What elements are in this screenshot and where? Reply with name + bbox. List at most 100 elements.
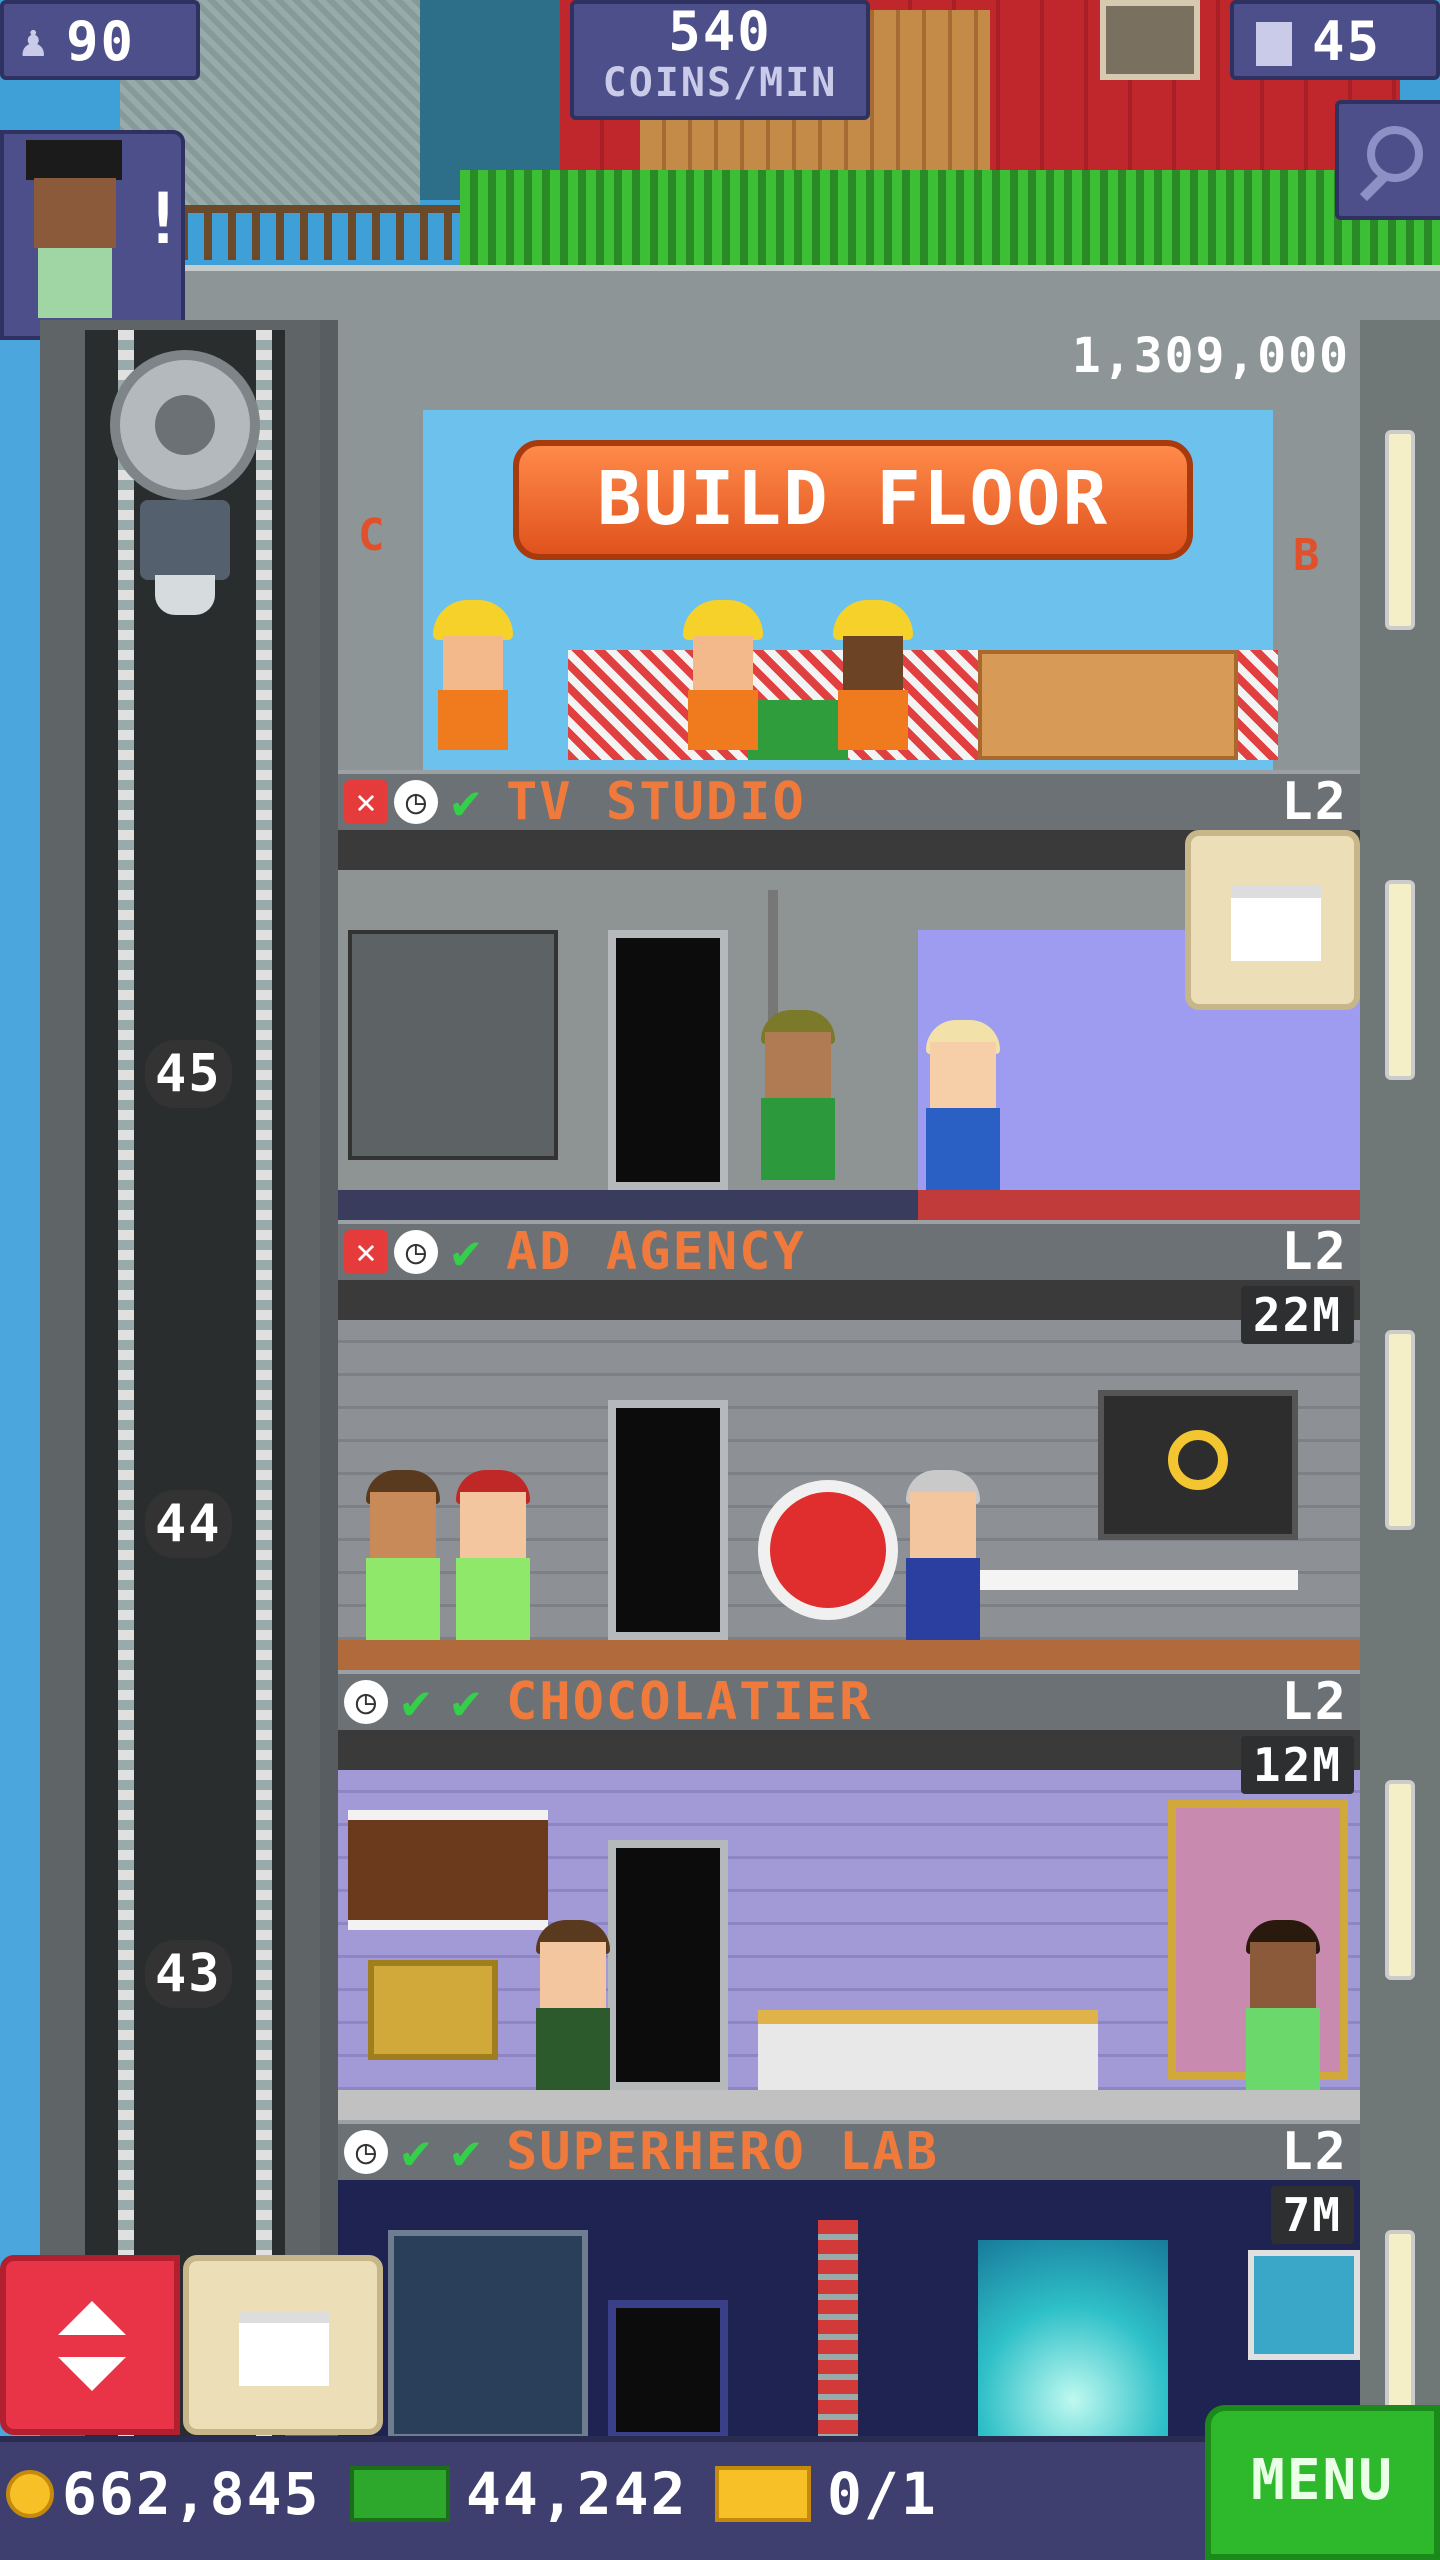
doorway [608, 930, 728, 1190]
window-light [1385, 2230, 1415, 2430]
side-letter-right: B [1293, 530, 1322, 581]
clock-icon: ◷ [394, 780, 438, 824]
zoom-button[interactable] [1335, 100, 1440, 220]
doorway [608, 2300, 728, 2440]
clock-icon: ◷ [394, 1230, 438, 1274]
check-icon: ✔ [401, 2124, 431, 2180]
doorway [608, 1400, 728, 1640]
floor-ad-agency[interactable]: ✕ ◷ ✔ AD AGENCY L2 22M [338, 1220, 1360, 1670]
world-map [1248, 2250, 1360, 2360]
crate-stack [978, 650, 1238, 760]
elevator-rope-right [256, 330, 272, 2460]
floor-level: L2 [1281, 1222, 1348, 1282]
crate-icon [239, 2311, 329, 2386]
person-icon: ♟ [20, 16, 47, 67]
floor-superhero-lab[interactable]: ◷ ✔ ✔ SUPERHERO LAB L2 7M [338, 2120, 1360, 2440]
crate-icon [1231, 886, 1321, 961]
construction-worker [678, 600, 768, 750]
floor-level: L2 [1281, 2122, 1348, 2182]
tickets-display[interactable]: 0/1 [715, 2460, 938, 2528]
magnifier-icon [1367, 126, 1423, 182]
doorway [608, 1840, 728, 2090]
menu-button[interactable]: MENU [1205, 2405, 1440, 2560]
floor-room: 7M [338, 2180, 1360, 2440]
ticket-icon [715, 2466, 811, 2522]
stock-all-button[interactable] [183, 2255, 383, 2435]
elevator-floor-label: 44 [145, 1490, 232, 1558]
window-light [1385, 430, 1415, 630]
side-letter-left: C [358, 510, 387, 561]
visitor-body [38, 248, 112, 318]
clock-icon: ◷ [344, 1680, 388, 1724]
tickets-value: 0/1 [827, 2460, 938, 2528]
floor-name: CHOCOLATIER [506, 1672, 873, 1732]
elevator-button[interactable] [0, 2255, 180, 2435]
construction-worker [828, 600, 918, 750]
tower-resident [358, 1470, 448, 1640]
building-icon [1256, 22, 1292, 66]
floor-value: 22M [1240, 1286, 1354, 1344]
floor-count-value: 45 [1312, 10, 1382, 73]
restock-button[interactable] [1185, 830, 1360, 1010]
floor-value: 12M [1240, 1736, 1354, 1794]
floor-name: TV STUDIO [506, 772, 806, 832]
tower-right-wall [1360, 320, 1440, 2460]
elevator-track [85, 330, 285, 2460]
floor-header: ✕ ◷ ✔ TV STUDIO L2 [338, 770, 1360, 832]
barn-window-scenery [1100, 0, 1200, 80]
build-floor-slot[interactable]: 1,309,000 BUILD FLOOR C B [338, 320, 1360, 770]
build-floor-button[interactable]: BUILD FLOOR [513, 440, 1193, 560]
tower-resident [753, 1010, 843, 1180]
check-icon: ✔ [451, 774, 481, 830]
fence-scenery [180, 205, 480, 260]
tower-resident [1238, 1920, 1328, 2090]
population-counter[interactable]: ♟ 90 [0, 0, 200, 80]
build-floor-cost: 1,309,000 [1071, 328, 1350, 384]
tower-frame [320, 320, 340, 2460]
population-value: 90 [66, 10, 136, 73]
floor-level: L2 [1281, 1672, 1348, 1732]
counter [758, 2010, 1098, 2090]
exclamation-icon: ! [142, 178, 187, 260]
window-light [1385, 880, 1415, 1080]
elevator-floor-label: 43 [145, 1940, 232, 2008]
floor-counter[interactable]: 45 [1230, 0, 1440, 80]
visitor-button[interactable]: ! [0, 130, 185, 340]
floor-header: ◷ ✔ ✔ CHOCOLATIER L2 [338, 1670, 1360, 1732]
floor-header: ✕ ◷ ✔ AD AGENCY L2 [338, 1220, 1360, 1282]
elevator-floor-label: 45 [145, 1040, 232, 1108]
floor-room: 22M [338, 1280, 1360, 1670]
tower-resident [918, 1020, 1008, 1190]
tower-roof [0, 265, 1440, 325]
chocolate-pot [368, 1960, 498, 2060]
check-icon: ✔ [401, 1674, 431, 1730]
coins-per-min-label: COINS/MIN [602, 60, 838, 106]
clock-icon: ◷ [344, 2130, 388, 2174]
construction-worker [428, 600, 518, 750]
coins-per-min-panel: 540 COINS/MIN [570, 0, 870, 120]
ring-icon [1168, 1430, 1228, 1490]
visitor-hat [26, 140, 122, 180]
coins-value: 662,845 [62, 2460, 321, 2528]
tower-resident [528, 1920, 618, 2090]
coins-display: 662,845 [6, 2460, 320, 2528]
egg-chair [758, 1480, 898, 1620]
grass-scenery [460, 170, 1440, 270]
control-panel [348, 930, 558, 1160]
floor-room: 12M [338, 1730, 1360, 2120]
check-icon: ✔ [451, 2124, 481, 2180]
coins-per-min-value: 540 [668, 0, 772, 63]
hero-scanner [388, 2230, 588, 2440]
floor-chocolatier[interactable]: ◷ ✔ ✔ CHOCOLATIER L2 12M [338, 1670, 1360, 2120]
check-icon: ✔ [451, 1674, 481, 1730]
elevator-rope-left [118, 330, 134, 2460]
tower-resident [898, 1470, 988, 1640]
office-desk [978, 1570, 1298, 1590]
window-light [1385, 1330, 1415, 1530]
floor-value: 7M [1270, 2186, 1354, 2244]
bux-display[interactable]: 44,242 [350, 2460, 688, 2528]
tesla-coil [818, 2220, 858, 2440]
window-light [1385, 1780, 1415, 1980]
arrow-up-icon [58, 2301, 126, 2335]
magnifier-handle [1359, 172, 1389, 202]
